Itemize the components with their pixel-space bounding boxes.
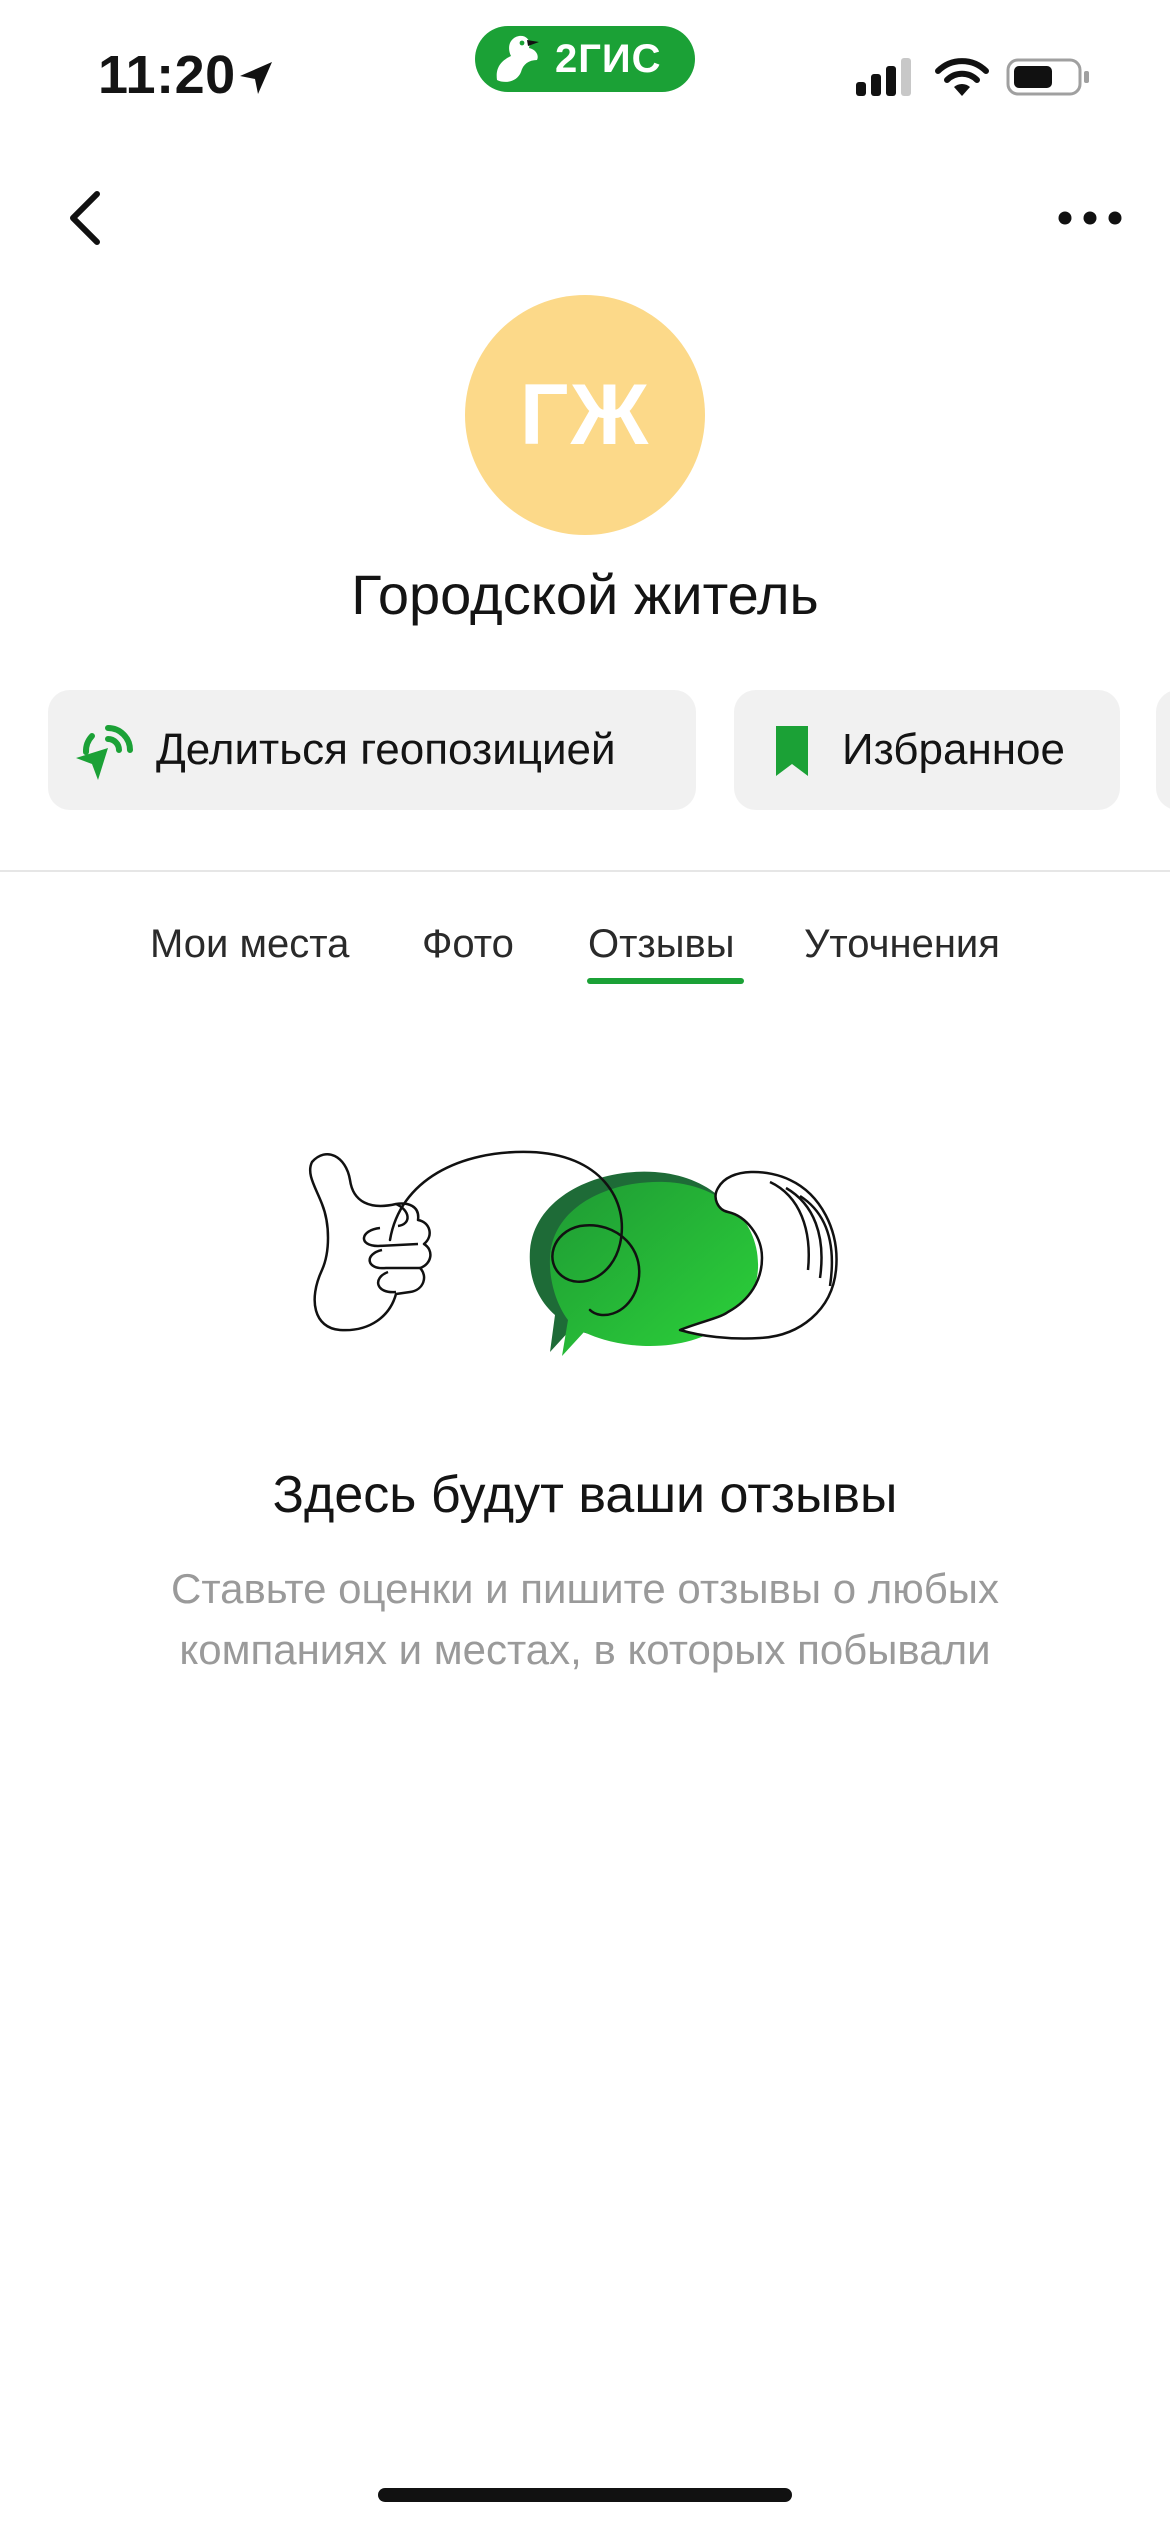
divider bbox=[0, 870, 1170, 872]
more-actions-chip[interactable] bbox=[1156, 690, 1170, 810]
back-button[interactable] bbox=[50, 178, 120, 258]
tab-corrections[interactable]: Уточнения bbox=[804, 922, 1000, 967]
profile-name: Городской житель bbox=[351, 563, 819, 626]
bookmark-icon bbox=[776, 726, 808, 776]
more-button[interactable] bbox=[1050, 178, 1130, 258]
share-location-label: Делиться геопозицией bbox=[156, 725, 616, 774]
empty-state-title: Здесь будут ваши отзывы bbox=[272, 1466, 898, 1524]
battery-icon bbox=[1006, 58, 1089, 96]
navigation-bar bbox=[0, 150, 1170, 280]
favorites-button[interactable]: Избранное bbox=[734, 690, 1120, 810]
location-arrow-icon bbox=[240, 62, 272, 94]
brand-name: 2ГИС bbox=[555, 36, 662, 81]
tab-reviews[interactable]: Отзывы bbox=[588, 922, 735, 967]
status-time: 11:20 bbox=[98, 45, 236, 105]
status-bar: 11:20 2ГИС bbox=[0, 0, 1170, 150]
profile-tabs: Мои места Фото Отзывы Уточнения bbox=[0, 908, 1170, 988]
active-tab-indicator bbox=[587, 978, 744, 984]
empty-state-description: Ставьте оценки и пишите отзывы о любых к… bbox=[170, 1565, 999, 1673]
share-location-button[interactable]: Делиться геопозицией bbox=[48, 690, 696, 810]
action-chips: Делиться геопозицией Избранное bbox=[0, 690, 1170, 812]
reviews-hands-illustration bbox=[308, 1150, 838, 1356]
favorites-label: Избранное bbox=[842, 725, 1065, 774]
more-dots-icon bbox=[1058, 211, 1122, 225]
cellular-signal-icon bbox=[856, 58, 911, 96]
share-location-icon bbox=[76, 725, 133, 780]
avatar: ГЖ bbox=[465, 295, 705, 535]
wifi-icon bbox=[935, 58, 989, 96]
goose-logo-icon bbox=[496, 35, 539, 82]
tab-photo[interactable]: Фото bbox=[422, 922, 514, 967]
chevron-left-icon bbox=[70, 191, 100, 245]
home-indicator[interactable] bbox=[378, 2488, 792, 2502]
brand-logo[interactable]: 2ГИС bbox=[475, 26, 695, 92]
tab-my-places[interactable]: Мои места bbox=[150, 922, 349, 967]
